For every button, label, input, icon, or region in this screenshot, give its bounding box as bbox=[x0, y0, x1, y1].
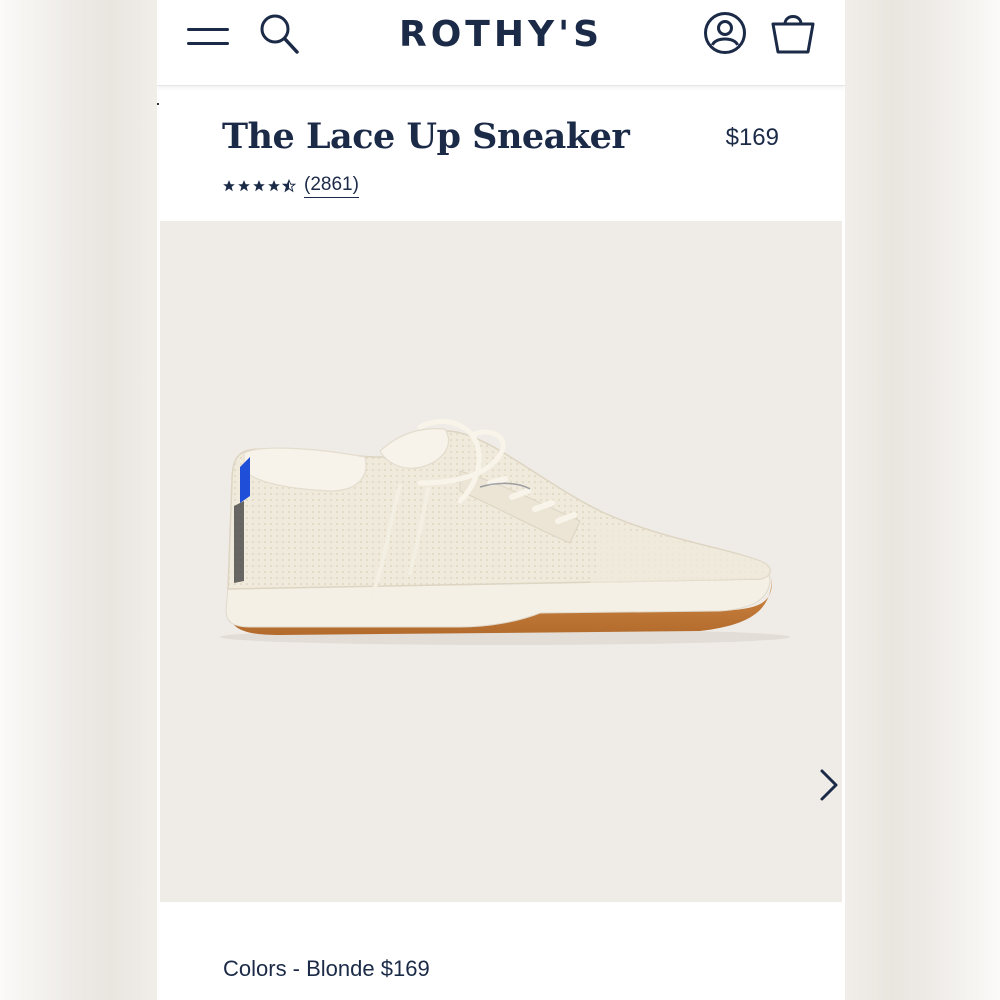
product-title: The Lace Up Sneaker bbox=[222, 116, 630, 157]
rating-summary: (2861) bbox=[222, 173, 359, 199]
reviews-link[interactable]: (2861) bbox=[304, 174, 359, 198]
menu-icon[interactable] bbox=[187, 24, 231, 50]
product-image[interactable] bbox=[160, 221, 842, 902]
star-full-icon bbox=[238, 180, 250, 192]
star-full-icon bbox=[268, 180, 280, 192]
account-icon[interactable] bbox=[703, 11, 747, 55]
sneaker-image bbox=[220, 418, 790, 645]
background-blur-left bbox=[0, 0, 157, 1000]
star-half-icon bbox=[282, 179, 296, 193]
product-price: $169 bbox=[725, 124, 779, 151]
background-blur-right bbox=[845, 0, 1000, 1000]
carousel-next-icon[interactable] bbox=[815, 766, 843, 804]
brand-logo[interactable]: ROTHY'S bbox=[357, 14, 645, 55]
site-header: ROTHY'S bbox=[157, 0, 845, 86]
stray-pixel-mark bbox=[157, 103, 159, 105]
search-icon[interactable] bbox=[258, 12, 300, 56]
shopping-bag-icon[interactable] bbox=[769, 10, 817, 56]
colors-selection-label: Colors - Blonde $169 bbox=[223, 956, 430, 981]
rating-stars bbox=[222, 179, 296, 193]
star-full-icon bbox=[253, 180, 265, 192]
star-full-icon bbox=[223, 180, 235, 192]
phone-screen: ROTHY'S The Lace Up Sneaker $169 (2861) … bbox=[157, 0, 845, 1000]
